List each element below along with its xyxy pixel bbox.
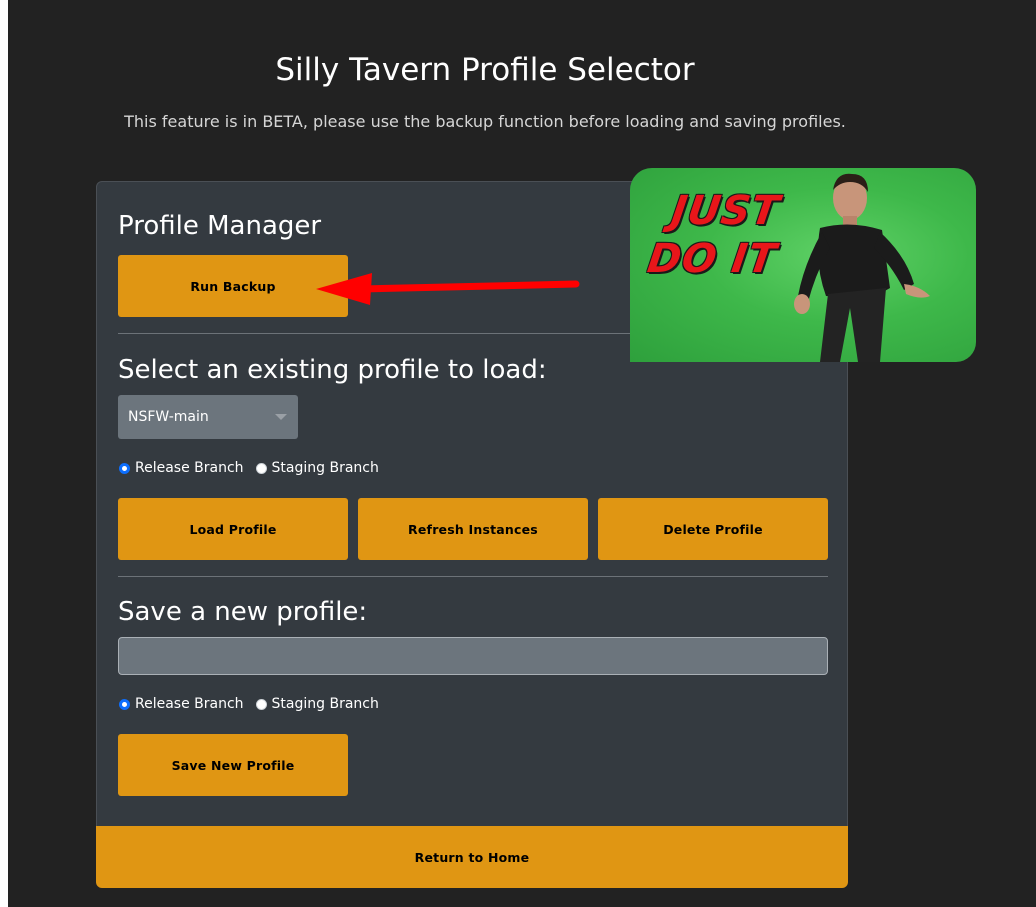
load-profile-heading: Select an existing profile to load: <box>118 355 547 385</box>
page: Silly Tavern Profile Selector This featu… <box>8 0 1036 907</box>
return-home-button[interactable]: Return to Home <box>96 826 848 888</box>
profile-select[interactable]: NSFW-main <box>118 395 298 439</box>
staging-branch-radio[interactable] <box>255 698 267 710</box>
staging-branch-radio[interactable] <box>255 462 267 474</box>
save-new-profile-button[interactable]: Save New Profile <box>118 734 348 796</box>
page-title: Silly Tavern Profile Selector <box>275 52 695 88</box>
refresh-instances-button[interactable]: Refresh Instances <box>358 498 588 560</box>
page-subtitle: This feature is in BETA, please use the … <box>124 112 846 131</box>
save-profile-heading: Save a new profile: <box>118 597 368 627</box>
save-branch-radio-group: Release Branch Staging Branch <box>119 696 391 712</box>
release-branch-label[interactable]: Release Branch <box>135 460 244 476</box>
meme-text-line1: JUST <box>668 188 783 234</box>
meme-text-line2: DO IT <box>644 236 780 282</box>
staging-branch-label[interactable]: Staging Branch <box>272 460 379 476</box>
new-profile-name-input[interactable] <box>118 637 828 675</box>
person-figure-icon <box>794 173 930 362</box>
load-profile-button[interactable]: Load Profile <box>118 498 348 560</box>
load-branch-radio-group: Release Branch Staging Branch <box>119 460 391 476</box>
profile-select-value: NSFW-main <box>128 409 209 425</box>
delete-profile-button[interactable]: Delete Profile <box>598 498 828 560</box>
red-arrow-annotation <box>316 273 580 305</box>
divider <box>118 576 828 577</box>
staging-branch-label[interactable]: Staging Branch <box>272 696 379 712</box>
release-branch-radio[interactable] <box>119 698 130 710</box>
release-branch-radio[interactable] <box>119 462 130 474</box>
profile-manager-heading: Profile Manager <box>118 211 322 241</box>
meme-image: JUST DO IT <box>630 168 976 362</box>
release-branch-label[interactable]: Release Branch <box>135 696 244 712</box>
chevron-down-icon <box>275 414 287 420</box>
